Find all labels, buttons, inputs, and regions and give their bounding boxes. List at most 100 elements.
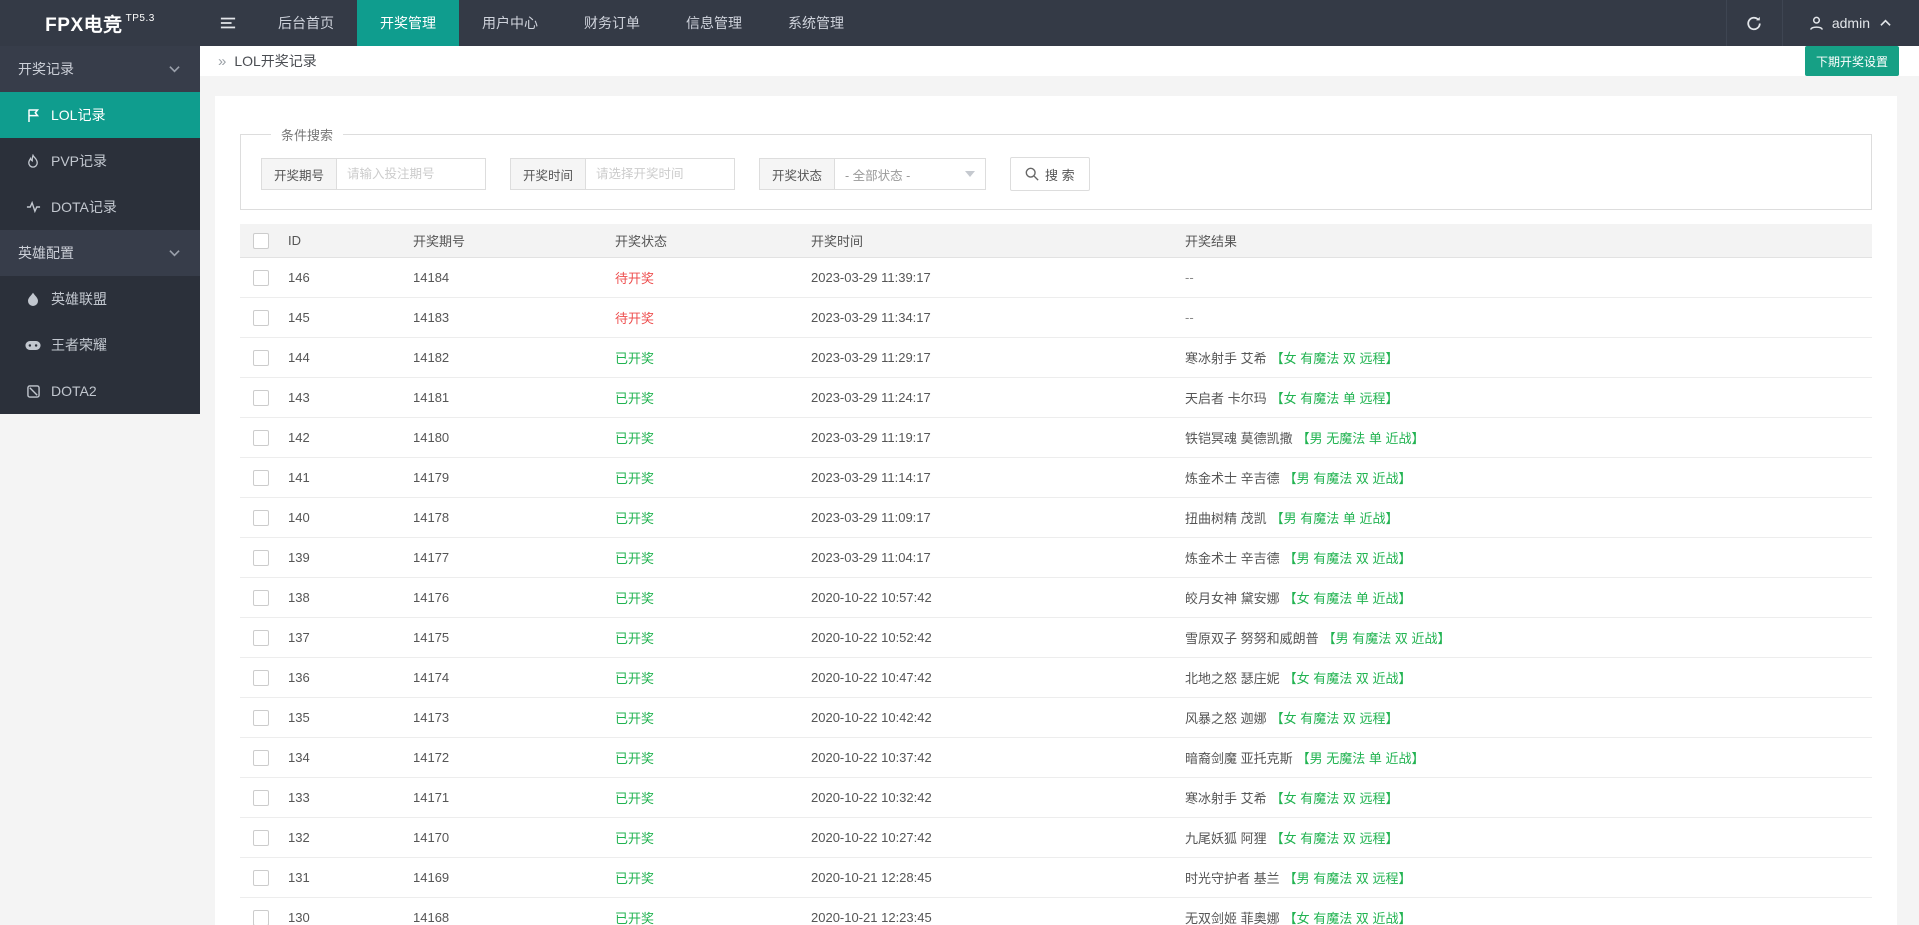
row-checkbox[interactable] xyxy=(253,509,269,526)
nav-item-draw-management[interactable]: 开奖管理 xyxy=(357,0,459,46)
cell-result: 风暴之怒 迦娜 【女 有魔法 双 远程】 xyxy=(1185,708,1872,727)
pulse-icon xyxy=(25,201,41,213)
table-row: 144 14182 已开奖 2023-03-29 11:29:17 寒冰射手 艾… xyxy=(240,338,1872,378)
table-row: 133 14171 已开奖 2020-10-22 10:32:42 寒冰射手 艾… xyxy=(240,778,1872,818)
sidebar-item-lol-records[interactable]: LOL记录 xyxy=(0,92,200,138)
row-checkbox[interactable] xyxy=(253,389,269,406)
row-checkbox[interactable] xyxy=(253,829,269,846)
refresh-button[interactable] xyxy=(1725,0,1782,46)
result-hero: 风暴之怒 迦娜 xyxy=(1185,711,1267,726)
row-checkbox[interactable] xyxy=(253,869,269,886)
cell-result: 铁铠冥魂 莫德凯撒 【男 无魔法 单 近战】 xyxy=(1185,428,1872,447)
cell-result: 炼金术士 辛吉德 【男 有魔法 双 近战】 xyxy=(1185,468,1872,487)
user-menu[interactable]: admin xyxy=(1781,0,1919,46)
cell-time: 2023-03-29 11:04:17 xyxy=(811,550,931,565)
breadcrumb-bar: » LOL开奖记录 下期开奖设置 xyxy=(200,46,1919,76)
table-row: 135 14173 已开奖 2020-10-22 10:42:42 风暴之怒 迦… xyxy=(240,698,1872,738)
status-badge: 已开奖 xyxy=(615,711,655,726)
draw-time-label: 开奖时间 xyxy=(510,158,586,190)
cell-time: 2023-03-29 11:14:17 xyxy=(811,470,931,485)
sidebar-item-dota-records[interactable]: DOTA记录 xyxy=(0,184,200,230)
breadcrumb: » LOL开奖记录 xyxy=(218,51,317,71)
refresh-icon xyxy=(1746,15,1762,32)
sidebar-group-hero-config[interactable]: 英雄配置 xyxy=(0,230,200,276)
row-checkbox[interactable] xyxy=(253,349,269,366)
table-body: 146 14184 待开奖 2023-03-29 11:39:17 -- 145… xyxy=(240,258,1872,925)
draw-status-select[interactable]: - 全部状态 - xyxy=(834,158,987,190)
nav-item-finance-orders[interactable]: 财务订单 xyxy=(561,0,663,46)
result-hero: 炼金术士 辛吉德 xyxy=(1185,471,1280,486)
result-attrs: 【女 有魔法 单 近战】 xyxy=(1283,591,1412,606)
cell-result: 雪原双子 努努和威朗普 【男 有魔法 双 近战】 xyxy=(1185,628,1872,647)
select-all-checkbox[interactable] xyxy=(253,232,269,249)
sidebar-item-kings-glory[interactable]: 王者荣耀 xyxy=(0,322,200,368)
brand-logo: FPX电竞 TP5.3 xyxy=(0,0,200,46)
next-draw-settings-button[interactable]: 下期开奖设置 xyxy=(1804,46,1899,76)
column-header-result: 开奖结果 xyxy=(1185,234,1238,249)
sidebar-item-lol-heroes[interactable]: 英雄联盟 xyxy=(0,276,200,322)
draw-period-input[interactable] xyxy=(336,158,487,190)
cell-id: 135 xyxy=(288,710,310,725)
cell-period: 14182 xyxy=(413,350,450,365)
cell-period: 14170 xyxy=(413,830,450,845)
row-checkbox[interactable] xyxy=(253,309,269,326)
cell-time: 2020-10-21 12:23:45 xyxy=(811,910,932,925)
column-header-time: 开奖时间 xyxy=(811,234,864,249)
cell-time: 2023-03-29 11:34:17 xyxy=(811,310,931,325)
cell-time: 2020-10-22 10:52:42 xyxy=(811,630,932,645)
cell-period: 14179 xyxy=(413,470,450,485)
status-badge: 已开奖 xyxy=(615,551,655,566)
nav-item-user-center[interactable]: 用户中心 xyxy=(459,0,561,46)
table-row: 137 14175 已开奖 2020-10-22 10:52:42 雪原双子 努… xyxy=(240,618,1872,658)
draw-time-input[interactable] xyxy=(585,158,736,190)
row-checkbox[interactable] xyxy=(253,709,269,726)
result-hero: 雪原双子 努努和威朗普 xyxy=(1185,631,1319,646)
row-checkbox[interactable] xyxy=(253,429,269,446)
row-checkbox[interactable] xyxy=(253,669,269,686)
cell-period: 14175 xyxy=(413,630,450,645)
row-checkbox[interactable] xyxy=(253,549,269,566)
result-attrs: 【男 无魔法 单 近战】 xyxy=(1296,431,1425,446)
cell-id: 144 xyxy=(288,350,310,365)
cell-id: 131 xyxy=(288,870,310,885)
cell-time: 2023-03-29 11:24:17 xyxy=(811,390,931,405)
nav-item-info-management[interactable]: 信息管理 xyxy=(663,0,765,46)
column-header-period: 开奖期号 xyxy=(413,234,466,249)
row-checkbox[interactable] xyxy=(253,469,269,486)
sidebar-item-dota2[interactable]: DOTA2 xyxy=(0,368,200,414)
search-legend: 条件搜索 xyxy=(281,128,334,143)
search-button[interactable]: 搜 索 xyxy=(1010,157,1090,191)
sidebar-item-label: PVP记录 xyxy=(51,153,108,169)
result-hero: 皎月女神 黛安娜 xyxy=(1185,591,1280,606)
sidebar-item-pvp-records[interactable]: PVP记录 xyxy=(0,138,200,184)
row-checkbox[interactable] xyxy=(253,789,269,806)
sidebar-item-label: DOTA2 xyxy=(51,383,97,399)
table-row: 131 14169 已开奖 2020-10-21 12:28:45 时光守护者 … xyxy=(240,858,1872,898)
row-checkbox[interactable] xyxy=(253,909,269,925)
result-attrs: 【男 有魔法 双 近战】 xyxy=(1283,471,1412,486)
cell-result: 暗裔剑魔 亚托克斯 【男 无魔法 单 近战】 xyxy=(1185,748,1872,767)
nav-item-system-management[interactable]: 系统管理 xyxy=(765,0,867,46)
cell-time: 2023-03-29 11:29:17 xyxy=(811,350,931,365)
flag-icon xyxy=(25,108,41,123)
cell-result: 时光守护者 基兰 【男 有魔法 双 远程】 xyxy=(1185,868,1872,887)
result-attrs: 【女 有魔法 双 近战】 xyxy=(1283,671,1412,686)
row-checkbox[interactable] xyxy=(253,589,269,606)
nav-item-home[interactable]: 后台首页 xyxy=(255,0,357,46)
result-hero: 炼金术士 辛吉德 xyxy=(1185,551,1280,566)
cell-time: 2020-10-22 10:32:42 xyxy=(811,790,932,805)
table-row: 138 14176 已开奖 2020-10-22 10:57:42 皎月女神 黛… xyxy=(240,578,1872,618)
table-row: 134 14172 已开奖 2020-10-22 10:37:42 暗裔剑魔 亚… xyxy=(240,738,1872,778)
row-checkbox[interactable] xyxy=(253,749,269,766)
cell-result: -- xyxy=(1185,310,1872,325)
table-row: 141 14179 已开奖 2023-03-29 11:14:17 炼金术士 辛… xyxy=(240,458,1872,498)
status-badge: 待开奖 xyxy=(615,311,655,326)
cell-period: 14171 xyxy=(413,790,450,805)
sidebar-group-draw-records[interactable]: 开奖记录 xyxy=(0,46,200,92)
cell-id: 140 xyxy=(288,510,310,525)
row-checkbox[interactable] xyxy=(253,629,269,646)
draw-records-table: ID 开奖期号 开奖状态 开奖时间 开奖结果 146 14184 待开奖 202… xyxy=(240,224,1872,925)
row-checkbox[interactable] xyxy=(253,269,269,286)
sidebar-toggle-button[interactable] xyxy=(200,0,255,46)
result-attrs: 【男 无魔法 单 近战】 xyxy=(1296,751,1425,766)
